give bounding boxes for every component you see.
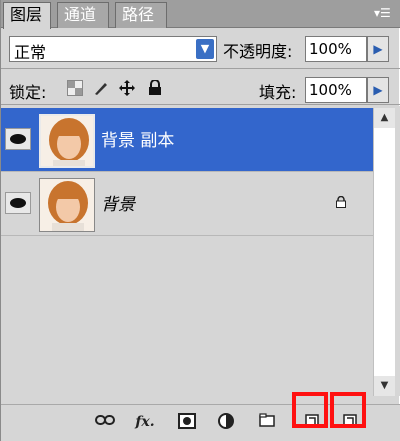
- fill-slider-button[interactable]: ▶: [367, 77, 389, 103]
- layer-row-background-copy[interactable]: 背景 副本: [1, 108, 373, 172]
- lock-position-icon[interactable]: [119, 80, 135, 96]
- layer-thumbnail: [39, 114, 95, 168]
- layers-panel: 图层 通道 路径 ▾☰ 正常 ▼ 不透明度: 100% ▶ 锁定: 填充: 10…: [0, 0, 400, 441]
- divider: [1, 68, 400, 69]
- blend-mode-value: 正常: [14, 43, 47, 62]
- opacity-input[interactable]: 100%: [305, 36, 367, 62]
- lock-image-pixels-icon[interactable]: [93, 80, 109, 96]
- divider: [1, 104, 400, 105]
- layer-row-background[interactable]: 背景: [1, 172, 373, 236]
- opacity-slider-button[interactable]: ▶: [367, 36, 389, 62]
- panel-tabbar: 图层 通道 路径 ▾☰: [1, 0, 400, 29]
- lock-label: 锁定:: [9, 83, 47, 102]
- fill-input[interactable]: 100%: [305, 77, 367, 103]
- tab-channels[interactable]: 通道: [57, 2, 109, 28]
- fill-label: 填充:: [259, 83, 297, 102]
- chevron-down-icon[interactable]: ▼: [196, 39, 214, 59]
- fx-icon[interactable]: fx.: [131, 413, 159, 431]
- lock-icon: [335, 195, 347, 208]
- scroll-up-arrow-icon[interactable]: ▲: [374, 108, 395, 128]
- new-group-icon[interactable]: [257, 413, 277, 431]
- visibility-eye-icon[interactable]: [5, 128, 31, 150]
- opacity-label: 不透明度:: [223, 42, 293, 61]
- tab-paths[interactable]: 路径: [115, 2, 167, 28]
- tab-layers[interactable]: 图层: [3, 2, 51, 29]
- lock-all-icon[interactable]: [147, 79, 163, 96]
- layer-thumbnail: [39, 178, 95, 232]
- highlight-box: [330, 392, 366, 428]
- layer-name[interactable]: 背景: [101, 190, 135, 215]
- layer-list-scrollbar[interactable]: ▲ ▼: [373, 108, 395, 396]
- layer-name[interactable]: 背景 副本: [101, 126, 174, 151]
- panel-menu-icon[interactable]: ▾☰: [374, 6, 394, 20]
- blend-mode-select[interactable]: 正常 ▼: [9, 36, 217, 62]
- visibility-eye-icon[interactable]: [5, 192, 31, 214]
- layer-mask-icon[interactable]: [177, 413, 197, 431]
- layer-list: 背景 副本 背景: [1, 106, 400, 396]
- scroll-down-arrow-icon[interactable]: ▼: [374, 376, 395, 396]
- highlight-box: [292, 392, 328, 428]
- lock-transparent-pixels-icon[interactable]: [67, 80, 83, 96]
- adjustment-layer-icon[interactable]: [217, 413, 237, 431]
- link-layers-icon[interactable]: [95, 413, 115, 431]
